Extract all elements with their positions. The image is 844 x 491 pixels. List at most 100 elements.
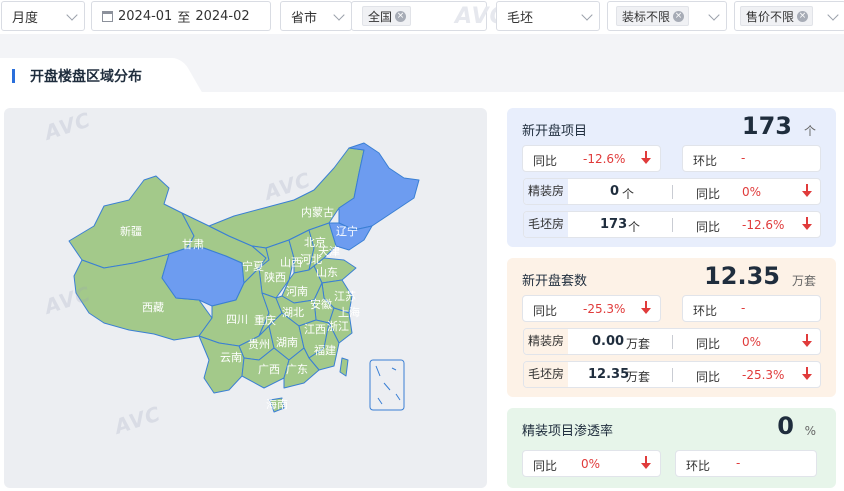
region-level-select[interactable]: 省市 [280,1,352,31]
row-unit: 个 [622,187,635,201]
filter-bar: 月度 2024-01 至 2024-02 省市 全国 × AVC 毛坯 装标不限… [0,0,844,34]
prov-label: 湖南 [276,336,298,349]
card-unit: 万套 [791,274,816,288]
decoration-tag-label: 装标不限 [622,9,671,24]
yoy-label: 同比 [533,304,558,318]
mom-value: - [736,456,741,470]
mom-label: 环比 [693,304,718,318]
row-label: 精装房 [524,179,568,204]
south-china-sea-inset [369,359,405,411]
mom-value: - [741,151,746,165]
prov-label: 江西 [304,323,326,336]
prov-label: 内蒙古 [301,205,334,219]
yoy-label: 同比 [533,154,558,168]
arrow-down-icon [641,301,651,315]
decoration-select[interactable]: 装标不限 × [607,1,727,31]
region-level-value: 省市 [291,10,318,26]
period-select[interactable]: 月度 [1,1,85,31]
prov-label: 山西 [280,256,302,269]
chevron-down-icon [333,9,345,21]
section-title: 开盘楼盘区域分布 [30,69,142,85]
close-icon[interactable]: × [395,10,407,22]
mom-label: 环比 [686,459,711,473]
card-value: 0 [777,412,794,440]
date-range-start: 2024-01 [118,8,173,24]
prov-label: 湖北 [282,306,304,319]
row-value: 12.35 [588,367,630,382]
row-label: 毛坯房 [524,212,568,237]
divider [672,335,673,349]
prov-label: 河南 [286,285,308,298]
prov-label: 江苏 [334,290,356,303]
yoy-label: 同比 [533,459,558,473]
prov-label: 陕西 [264,270,286,284]
row-cmp-value: 0% [742,185,762,199]
close-icon[interactable]: × [797,10,809,22]
close-icon[interactable]: × [673,10,685,22]
arrow-down-icon [802,184,812,198]
finish-select[interactable]: 毛坯 [496,1,600,31]
row-label: 毛坯房 [524,362,568,387]
card-title: 新开盘项目 [522,124,588,139]
decoration-tag: 装标不限 × [616,6,690,26]
divider [672,185,673,199]
yoy-value: -25.3% [583,302,626,316]
prov-label: 辽宁 [336,224,358,238]
prov-label: 四川 [226,313,248,326]
arrow-down-icon [641,456,651,470]
prov-label: 安徽 [310,297,332,311]
card-value: 12.35 [704,262,780,290]
chevron-down-icon [581,9,593,21]
rough-row: 毛坯房 173 个 同比 -12.6% [523,211,821,238]
arrow-down-icon [802,367,812,381]
row-cmp-value: 0% [742,335,762,349]
row-value: 173 [600,217,628,232]
date-range-separator: 至 [177,10,191,26]
chevron-down-icon [66,9,78,21]
rough-row: 毛坯房 12.35 万套 同比 -25.3% [523,361,821,388]
penetration-card: 精装项目渗透率 0 % 同比 0% 环比 - [507,408,836,488]
row-cmp-label: 同比 [696,220,721,234]
mom-label: 环比 [693,154,718,168]
period-select-value: 月度 [12,10,39,26]
chevron-down-icon [827,9,839,21]
mom-value: - [741,301,746,315]
prov-label: 海南 [266,397,288,411]
row-value: 0 [610,184,620,199]
china-map: 新疆 西藏 甘肃 内蒙古 宁夏 陕西 山西 河北 北京 天津 山东 河南 江苏 … [68,142,420,413]
prov-label: 浙江 [327,320,349,333]
mom-cell: 环比 - [682,295,821,322]
region-tag-label: 全国 [368,9,393,24]
row-unit: 万套 [626,337,651,351]
region-tag: 全国 × [362,6,412,26]
calendar-icon [102,10,113,22]
yoy-cell: 同比 -12.6% [522,145,661,172]
finish-select-value: 毛坯 [507,10,534,26]
row-label: 精装房 [524,329,568,354]
section-accent-bar [12,69,15,83]
prov-label: 宁夏 [242,259,264,273]
arrow-down-icon [641,151,651,165]
yoy-cell: 同比 -25.3% [522,295,661,322]
prov-label: 新疆 [120,224,142,238]
new-units-card: 新开盘套数 12.35 万套 同比 -25.3% 环比 - 精装房 0.00 万… [507,258,836,397]
price-select[interactable]: 售价不限 × [734,1,844,31]
prov-label: 广东 [286,363,308,376]
yoy-value: -12.6% [583,152,626,166]
prov-label: 重庆 [254,313,276,327]
yoy-cell: 同比 0% [522,450,661,477]
date-range-end: 2024-02 [195,8,250,24]
divider [672,218,673,232]
prov-label: 甘肃 [182,238,204,251]
date-range-picker[interactable]: 2024-01 至 2024-02 [91,1,271,31]
card-value: 173 [741,112,792,140]
fine-decoration-row: 精装房 0 个 同比 0% [523,178,821,205]
prov-label: 贵州 [248,338,270,351]
province-taiwan[interactable] [339,357,349,377]
card-title: 精装项目渗透率 [522,424,614,439]
row-value: 0.00 [592,334,625,349]
card-title: 新开盘套数 [522,274,588,289]
row-unit: 个 [628,220,641,234]
price-tag-label: 售价不限 [746,9,795,24]
prov-label: 福建 [314,343,336,357]
